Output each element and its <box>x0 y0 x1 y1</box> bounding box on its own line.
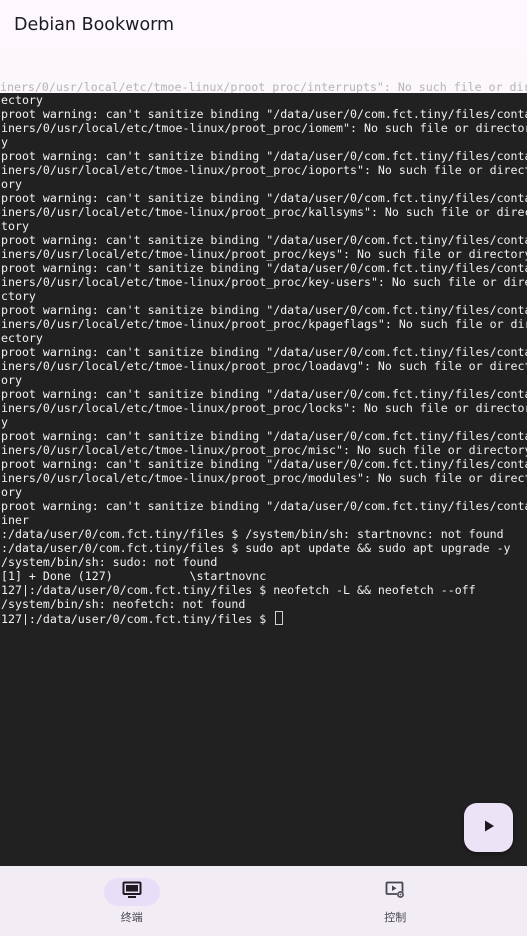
terminal-line: proot warning: can't sanitize binding "/… <box>1 149 527 163</box>
terminal-line: iners/0/usr/local/etc/tmoe-linux/proot_p… <box>1 443 527 457</box>
nav-label-terminal: 终端 <box>120 911 143 924</box>
terminal-line: iners/0/usr/local/etc/tmoe-linux/proot_p… <box>1 163 527 177</box>
terminal-line: proot warning: can't sanitize binding "/… <box>1 429 527 443</box>
terminal-line: ory <box>1 373 22 387</box>
terminal-line: 127|:/data/user/0/com.fct.tiny/files $ n… <box>1 583 476 597</box>
terminal-line: iners/0/usr/local/etc/tmoe-linux/proot_p… <box>1 471 527 485</box>
terminal-line: proot warning: can't sanitize binding "/… <box>1 345 527 359</box>
terminal-scrollback-faded: iners/0/usr/local/etc/tmoe-linux/proot_p… <box>0 49 527 93</box>
terminal-line: proot warning: can't sanitize binding "/… <box>1 261 527 275</box>
video-settings-icon <box>385 881 405 903</box>
terminal-line: proot warning: can't sanitize binding "/… <box>1 387 527 401</box>
terminal-line: /system/bin/sh: sudo: not found <box>1 555 218 569</box>
terminal-line: iners/0/usr/local/etc/tmoe-linux/proot_p… <box>1 275 527 289</box>
nav-item-terminal[interactable]: 终端 <box>0 866 264 936</box>
terminal-line: proot warning: can't sanitize binding "/… <box>1 233 527 247</box>
terminal-line: iner <box>1 513 29 527</box>
terminal-line: y <box>1 135 8 149</box>
terminal-line: proot warning: can't sanitize binding "/… <box>1 107 527 121</box>
terminal-line: iners/0/usr/local/etc/tmoe-linux/proot_p… <box>1 401 527 415</box>
terminal-line: ectory <box>1 93 43 107</box>
terminal-line: [1] + Done (127) \startnovnc <box>1 569 267 583</box>
terminal-line: proot warning: can't sanitize binding "/… <box>1 499 527 513</box>
terminal-line: proot warning: can't sanitize binding "/… <box>1 191 527 205</box>
nav-label-control: 控制 <box>384 911 407 924</box>
terminal-cursor <box>275 611 284 625</box>
bottom-navigation: 终端 控制 <box>0 866 527 936</box>
terminal-line: y <box>1 415 8 429</box>
faded-terminal-line: iners/0/usr/local/etc/tmoe-linux/proot_p… <box>0 80 527 93</box>
terminal-line: iners/0/usr/local/etc/tmoe-linux/proot_p… <box>1 247 527 261</box>
terminal-line: 127|:/data/user/0/com.fct.tiny/files $ <box>1 611 527 625</box>
play-icon <box>482 818 496 837</box>
terminal-line: iners/0/usr/local/etc/tmoe-linux/proot_p… <box>1 121 527 135</box>
nav-pill <box>367 878 423 906</box>
terminal-line: /system/bin/sh: neofetch: not found <box>1 597 246 611</box>
app-bar: Debian Bookworm <box>0 0 527 49</box>
nav-active-indicator <box>103 878 160 906</box>
terminal-line: ory <box>1 177 22 191</box>
terminal-line: iners/0/usr/local/etc/tmoe-linux/proot_p… <box>1 317 527 331</box>
terminal-line: iners/0/usr/local/etc/tmoe-linux/proot_p… <box>1 205 527 219</box>
terminal-line: tory <box>1 219 29 233</box>
terminal-line: :/data/user/0/com.fct.tiny/files $ /syst… <box>1 527 504 541</box>
terminal-line: :/data/user/0/com.fct.tiny/files $ sudo … <box>1 541 511 555</box>
run-button[interactable] <box>464 803 513 852</box>
terminal-line: proot warning: can't sanitize binding "/… <box>1 457 527 471</box>
nav-item-control[interactable]: 控制 <box>264 866 527 936</box>
terminal-line: ctory <box>1 289 36 303</box>
app-title: Debian Bookworm <box>14 14 175 35</box>
terminal-output: ectory proot warning: can't sanitize bind… <box>0 93 527 625</box>
terminal-line: ectory <box>1 331 43 345</box>
terminal-view[interactable]: ectory proot warning: can't sanitize bind… <box>0 93 527 866</box>
monitor-icon <box>122 881 142 903</box>
terminal-line: proot warning: can't sanitize binding "/… <box>1 303 527 317</box>
terminal-line: ory <box>1 485 22 499</box>
terminal-line: iners/0/usr/local/etc/tmoe-linux/proot_p… <box>1 359 527 373</box>
